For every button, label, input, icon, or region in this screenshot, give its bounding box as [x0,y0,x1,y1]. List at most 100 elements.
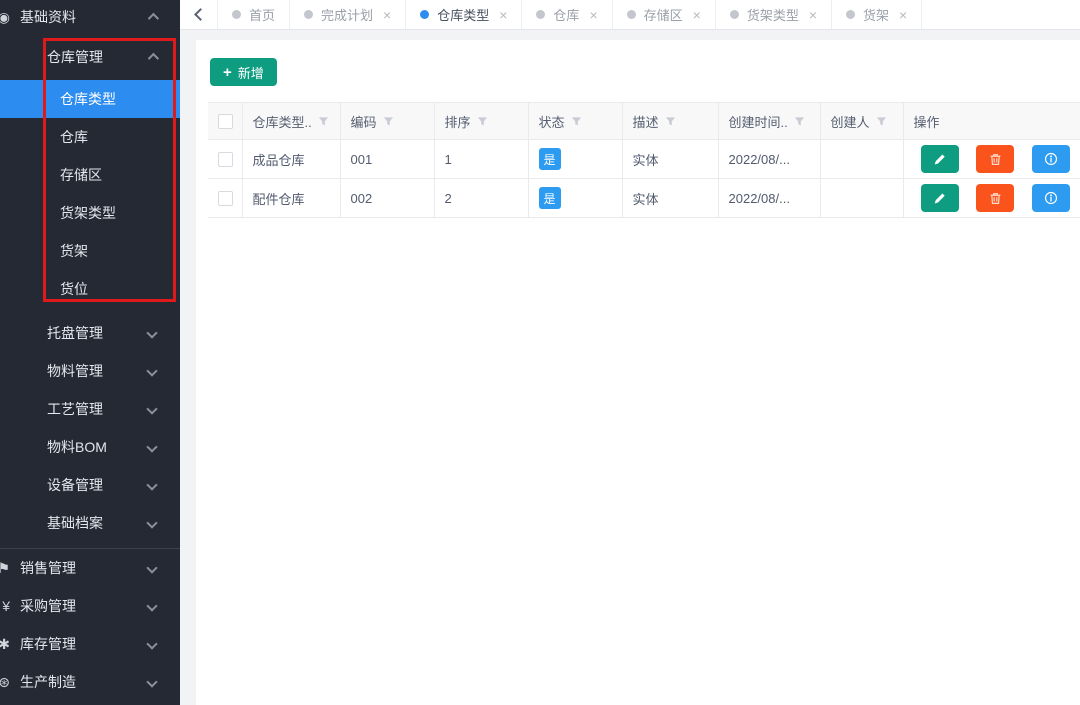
column-header-code: 编码 [351,112,377,131]
filter-icon[interactable] [477,116,488,127]
chevron-down-icon [146,676,157,687]
filter-icon[interactable] [876,116,887,127]
sidebar-item-shelf-type[interactable]: 货架类型 [0,194,180,232]
status-badge: 是 [539,187,561,209]
close-icon[interactable]: × [809,8,817,22]
tab-dot-icon [420,10,429,19]
sidebar-item-process-mgmt[interactable]: 工艺管理 [0,390,180,428]
edit-button[interactable] [921,184,959,212]
tab-bar: 首页 完成计划 × 仓库类型 × 仓库 × 存储区 × [180,0,1080,30]
sidebar-item-basic-archives[interactable]: 基础档案 [0,504,180,542]
sidebar-item-label: 物料管理 [47,361,103,381]
sidebar-item-label: 存储区 [60,165,102,185]
plus-icon: + [223,65,232,80]
sidebar-item-label: 仓库类型 [60,89,116,109]
sidebar-item-warehouse-mgmt[interactable]: 仓库管理 [0,38,180,76]
close-icon[interactable]: × [899,8,907,22]
tab-label: 首页 [249,5,275,24]
chevron-down-icon [146,479,157,490]
column-header-creator: 创建人 [831,112,870,131]
sidebar-item-equipment-mgmt[interactable]: 设备管理 [0,466,180,504]
sidebar-item-shelf[interactable]: 货架 [0,232,180,270]
sidebar-item-label: 基础档案 [47,513,103,533]
filter-icon[interactable] [383,116,394,127]
trash-icon [989,192,1002,205]
sidebar-item-location[interactable]: 货位 [0,270,180,308]
cell-code: 002 [340,179,434,218]
chevron-left-icon [194,8,207,21]
edit-button[interactable] [921,145,959,173]
sidebar-item-inventory-mgmt[interactable]: ✱ 库存管理 [0,625,180,663]
tab-label: 货架 [863,5,889,24]
tab-storage-area[interactable]: 存储区 × [613,0,716,29]
sidebar-item-warehouse-type[interactable]: 仓库类型 [0,80,180,118]
cell-sort: 1 [434,140,528,179]
sidebar-item-material-mgmt[interactable]: 物料管理 [0,352,180,390]
tab-label: 完成计划 [321,5,373,24]
pencil-icon [933,153,946,166]
row-checkbox[interactable] [218,191,233,206]
tab-dot-icon [846,10,855,19]
tab-complete-plan[interactable]: 完成计划 × [290,0,406,29]
sidebar-item-production[interactable]: ⊛ 生产制造 [0,663,180,701]
filter-icon[interactable] [571,116,582,127]
content-area: + 新增 仓库类型.. 编码 排序 [180,30,1080,705]
close-icon[interactable]: × [693,8,701,22]
table-header-row: 仓库类型.. 编码 排序 状态 描述 创建时间.. 创建人 操作 [208,103,1080,140]
cell-description: 实体 [622,140,718,179]
sidebar: ◉ 基础资料 仓库管理 仓库类型 仓库 存储区 货架类型 货架 货位 托盘管理 [0,0,180,705]
close-icon[interactable]: × [383,8,391,22]
filter-icon[interactable] [794,116,805,127]
sidebar-item-material-bom[interactable]: 物料BOM [0,428,180,466]
tab-shelf-type[interactable]: 货架类型 × [716,0,832,29]
column-header-operation: 操作 [914,115,940,130]
filter-icon[interactable] [318,116,329,127]
chevron-down-icon [146,365,157,376]
select-all-checkbox[interactable] [218,114,233,129]
sales-icon: ⚑ [0,560,10,577]
sidebar-item-label: 设备管理 [47,475,103,495]
sidebar-item-label: 仓库管理 [47,47,103,67]
cell-warehouse-type: 成品仓库 [242,140,340,179]
sidebar-item-label: 销售管理 [20,558,76,578]
column-header-sort: 排序 [445,112,471,131]
tabs-scroll-left-button[interactable] [180,0,218,29]
sidebar-item-label: 托盘管理 [47,323,103,343]
tab-warehouse[interactable]: 仓库 × [522,0,612,29]
add-button-label: 新增 [238,63,264,82]
tab-label: 货架类型 [747,5,799,24]
add-button[interactable]: + 新增 [210,58,277,86]
filter-icon[interactable] [665,116,676,127]
info-button[interactable] [1032,184,1070,212]
tab-dot-icon [304,10,313,19]
info-button[interactable] [1032,145,1070,173]
sidebar-item-basic-data[interactable]: ◉ 基础资料 [0,0,180,34]
cell-code: 001 [340,140,434,179]
sidebar-item-sales-mgmt[interactable]: ⚑ 销售管理 [0,549,180,587]
sidebar-item-warehouse[interactable]: 仓库 [0,118,180,156]
tab-warehouse-type[interactable]: 仓库类型 × [406,0,522,29]
table-row: 成品仓库 001 1 是 实体 2022/08/... [208,140,1080,179]
info-icon [1044,191,1058,205]
cell-creator [820,179,903,218]
sidebar-item-pallet-mgmt[interactable]: 托盘管理 [0,314,180,352]
tab-label: 存储区 [644,5,683,24]
delete-button[interactable] [976,145,1014,173]
cell-sort: 2 [434,179,528,218]
basic-data-icon: ◉ [0,9,10,26]
tab-shelf[interactable]: 货架 × [832,0,922,29]
row-checkbox[interactable] [218,152,233,167]
chevron-down-icon [146,441,157,452]
chevron-down-icon [146,517,157,528]
sidebar-item-label: 工艺管理 [47,399,103,419]
tab-dot-icon [232,10,241,19]
sidebar-item-label: 生产制造 [20,672,76,692]
close-icon[interactable]: × [589,8,597,22]
sidebar-item-storage-area[interactable]: 存储区 [0,156,180,194]
main-area: 首页 完成计划 × 仓库类型 × 仓库 × 存储区 × [180,0,1080,705]
sidebar-item-purchase-mgmt[interactable]: ¥ 采购管理 [0,587,180,625]
chevron-down-icon [146,562,157,573]
close-icon[interactable]: × [499,8,507,22]
delete-button[interactable] [976,184,1014,212]
tab-home[interactable]: 首页 [218,0,290,29]
